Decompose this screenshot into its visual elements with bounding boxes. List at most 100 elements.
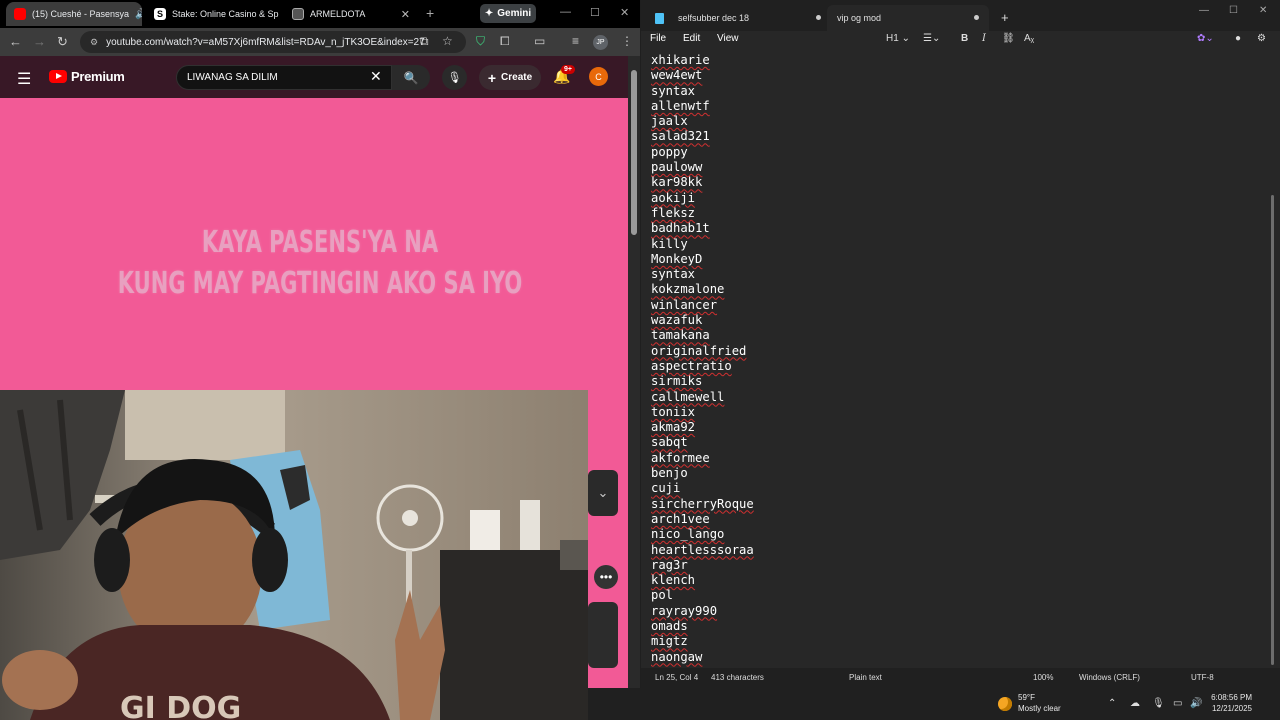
close-window-icon[interactable]: ✕ [1259,5,1267,16]
account-icon[interactable]: ● [1235,33,1241,44]
text-line[interactable]: benjo [651,466,1251,481]
text-line[interactable]: akformee [651,451,1251,466]
text-line[interactable]: tamakana [651,328,1251,343]
microphone-icon[interactable]: 🎙 [1152,698,1165,709]
text-line[interactable]: cuji [651,481,1251,496]
unsaved-dot-icon[interactable] [816,15,821,20]
tray-overflow-icon[interactable]: ⌃ [1108,698,1116,709]
tab-armeldota[interactable]: ARMELDOTA ✕ [284,2,418,26]
text-line[interactable]: aokiji [651,191,1251,206]
text-line[interactable]: arch1vee [651,512,1251,527]
clear-formatting-icon[interactable]: Aᵪ [1024,33,1034,44]
text-line[interactable]: syntax [651,267,1251,282]
new-tab-button[interactable]: + [1001,10,1009,25]
menu-edit[interactable]: Edit [683,33,700,44]
text-line[interactable]: fleksz [651,206,1251,221]
weather-widget[interactable]: 59°F Mostly clear [998,693,1061,715]
text-line[interactable]: winlancer [651,298,1251,313]
text-line[interactable]: originalfried [651,344,1251,359]
text-line[interactable]: killy [651,237,1251,252]
text-line[interactable]: sirmiks [651,374,1251,389]
cast-icon[interactable]: ▭ [534,34,545,48]
heading-select[interactable]: H1 ⌄ [886,33,910,44]
account-avatar[interactable]: C [589,67,608,86]
notepad-scrollbar[interactable] [1271,195,1274,665]
search-input[interactable]: LIWANAG SA DILIM [176,65,392,90]
text-line[interactable]: wew4ewt [651,68,1251,83]
expand-chevron-button[interactable]: ⌄ [588,470,618,516]
text-line[interactable]: rag3r [651,558,1251,573]
notepad-text-area[interactable]: xhikarie wew4ewt syntax allenwtf jaalx salad3… [651,53,1251,667]
text-line[interactable]: omads [651,619,1251,634]
zoom-level[interactable]: 100% [1033,673,1053,682]
text-line[interactable]: kar98kk [651,175,1251,190]
text-line[interactable]: allenwtf [651,99,1251,114]
encoding[interactable]: UTF-8 [1191,673,1214,682]
text-line[interactable]: wazafuk [651,313,1251,328]
text-line[interactable]: klench [651,573,1251,588]
profile-avatar[interactable]: JP [593,35,608,50]
media-controls-icon[interactable]: ≡ [572,34,579,48]
volume-icon[interactable]: 🔊 [1190,698,1202,709]
close-window-icon[interactable]: ✕ [620,6,629,19]
text-line[interactable]: xhikarie [651,53,1251,68]
voice-search-button[interactable]: 🎙 [442,65,467,90]
text-line[interactable]: sabqt [651,435,1251,450]
italic-icon[interactable]: I [982,33,986,44]
text-line[interactable]: callmewell [651,390,1251,405]
settings-gear-icon[interactable]: ⚙ [1257,33,1266,44]
maximize-icon[interactable]: ☐ [590,6,600,19]
search-button[interactable]: 🔍 [392,65,430,90]
tab-vip-og-mod[interactable]: vip og mod [827,5,989,31]
back-icon[interactable]: ← [9,34,22,49]
page-scrollbar-thumb[interactable] [631,70,637,235]
network-icon[interactable]: ▭ [1173,698,1182,709]
gemini-button[interactable]: ✦ Gemini [480,4,536,23]
close-tab-icon[interactable]: ✕ [401,8,410,21]
extension-shield-icon[interactable]: ⛉ [476,34,485,49]
more-options-button[interactable]: ••• [594,565,618,589]
menu-file[interactable]: File [650,33,666,44]
extensions-puzzle-icon[interactable]: ⧠ [500,34,510,49]
minimize-icon[interactable]: — [560,6,571,18]
menu-view[interactable]: View [717,33,739,44]
minimize-icon[interactable]: — [1199,5,1209,16]
system-clock[interactable]: 6:08:56 PM 12/21/2025 [1204,692,1252,714]
bookmark-star-icon[interactable]: ☆ [442,34,453,48]
chrome-menu-icon[interactable]: ⋮ [621,34,633,48]
text-line[interactable]: sircherryRoque [651,497,1251,512]
unsaved-dot-icon[interactable] [974,15,979,20]
cloud-sync-icon[interactable]: ☁ [1130,698,1140,709]
text-line[interactable]: jaalx [651,114,1251,129]
speaker-icon[interactable]: 🔊 [135,9,142,20]
text-line[interactable]: toniix [651,405,1251,420]
text-line[interactable]: salad321 [651,129,1251,144]
site-info-icon[interactable]: ⚙ [90,37,98,48]
maximize-icon[interactable]: ☐ [1229,5,1238,16]
hamburger-menu-icon[interactable]: ☰ [17,69,31,89]
text-line[interactable]: badhab1t [651,221,1251,236]
text-line[interactable]: pauloww [651,160,1251,175]
youtube-premium-logo[interactable]: Premium [49,69,125,84]
format-indicator[interactable]: Plain text [849,673,882,682]
text-line[interactable]: migtz [651,634,1251,649]
text-line[interactable]: akma92 [651,420,1251,435]
tab-selfsubber[interactable]: selfsubber dec 18 [645,5,831,31]
line-ending[interactable]: Windows (CRLF) [1079,673,1140,682]
new-tab-button[interactable]: + [426,5,434,21]
list-format-icon[interactable]: ☰⌄ [923,33,940,44]
text-line[interactable]: kokzmalone [651,282,1251,297]
text-line[interactable]: pol [651,588,1251,603]
text-line[interactable]: rayray990 [651,604,1251,619]
text-line[interactable]: syntax [651,84,1251,99]
tab-youtube[interactable]: (15) Cueshé - Pasensya 🔊 ✕ [6,2,142,26]
create-button[interactable]: + Create [479,65,541,90]
copilot-icon[interactable]: ✿⌄ [1197,33,1214,44]
text-line[interactable]: poppy [651,145,1251,160]
bold-icon[interactable]: B [961,33,968,44]
text-line[interactable]: aspectratio [651,359,1251,374]
forward-icon[interactable]: → [33,34,46,49]
link-icon[interactable]: ⛓ [1002,33,1015,44]
text-line[interactable]: naongaw [651,650,1251,665]
tab-stake[interactable]: S Stake: Online Casino & Sp ✕ [146,2,280,26]
